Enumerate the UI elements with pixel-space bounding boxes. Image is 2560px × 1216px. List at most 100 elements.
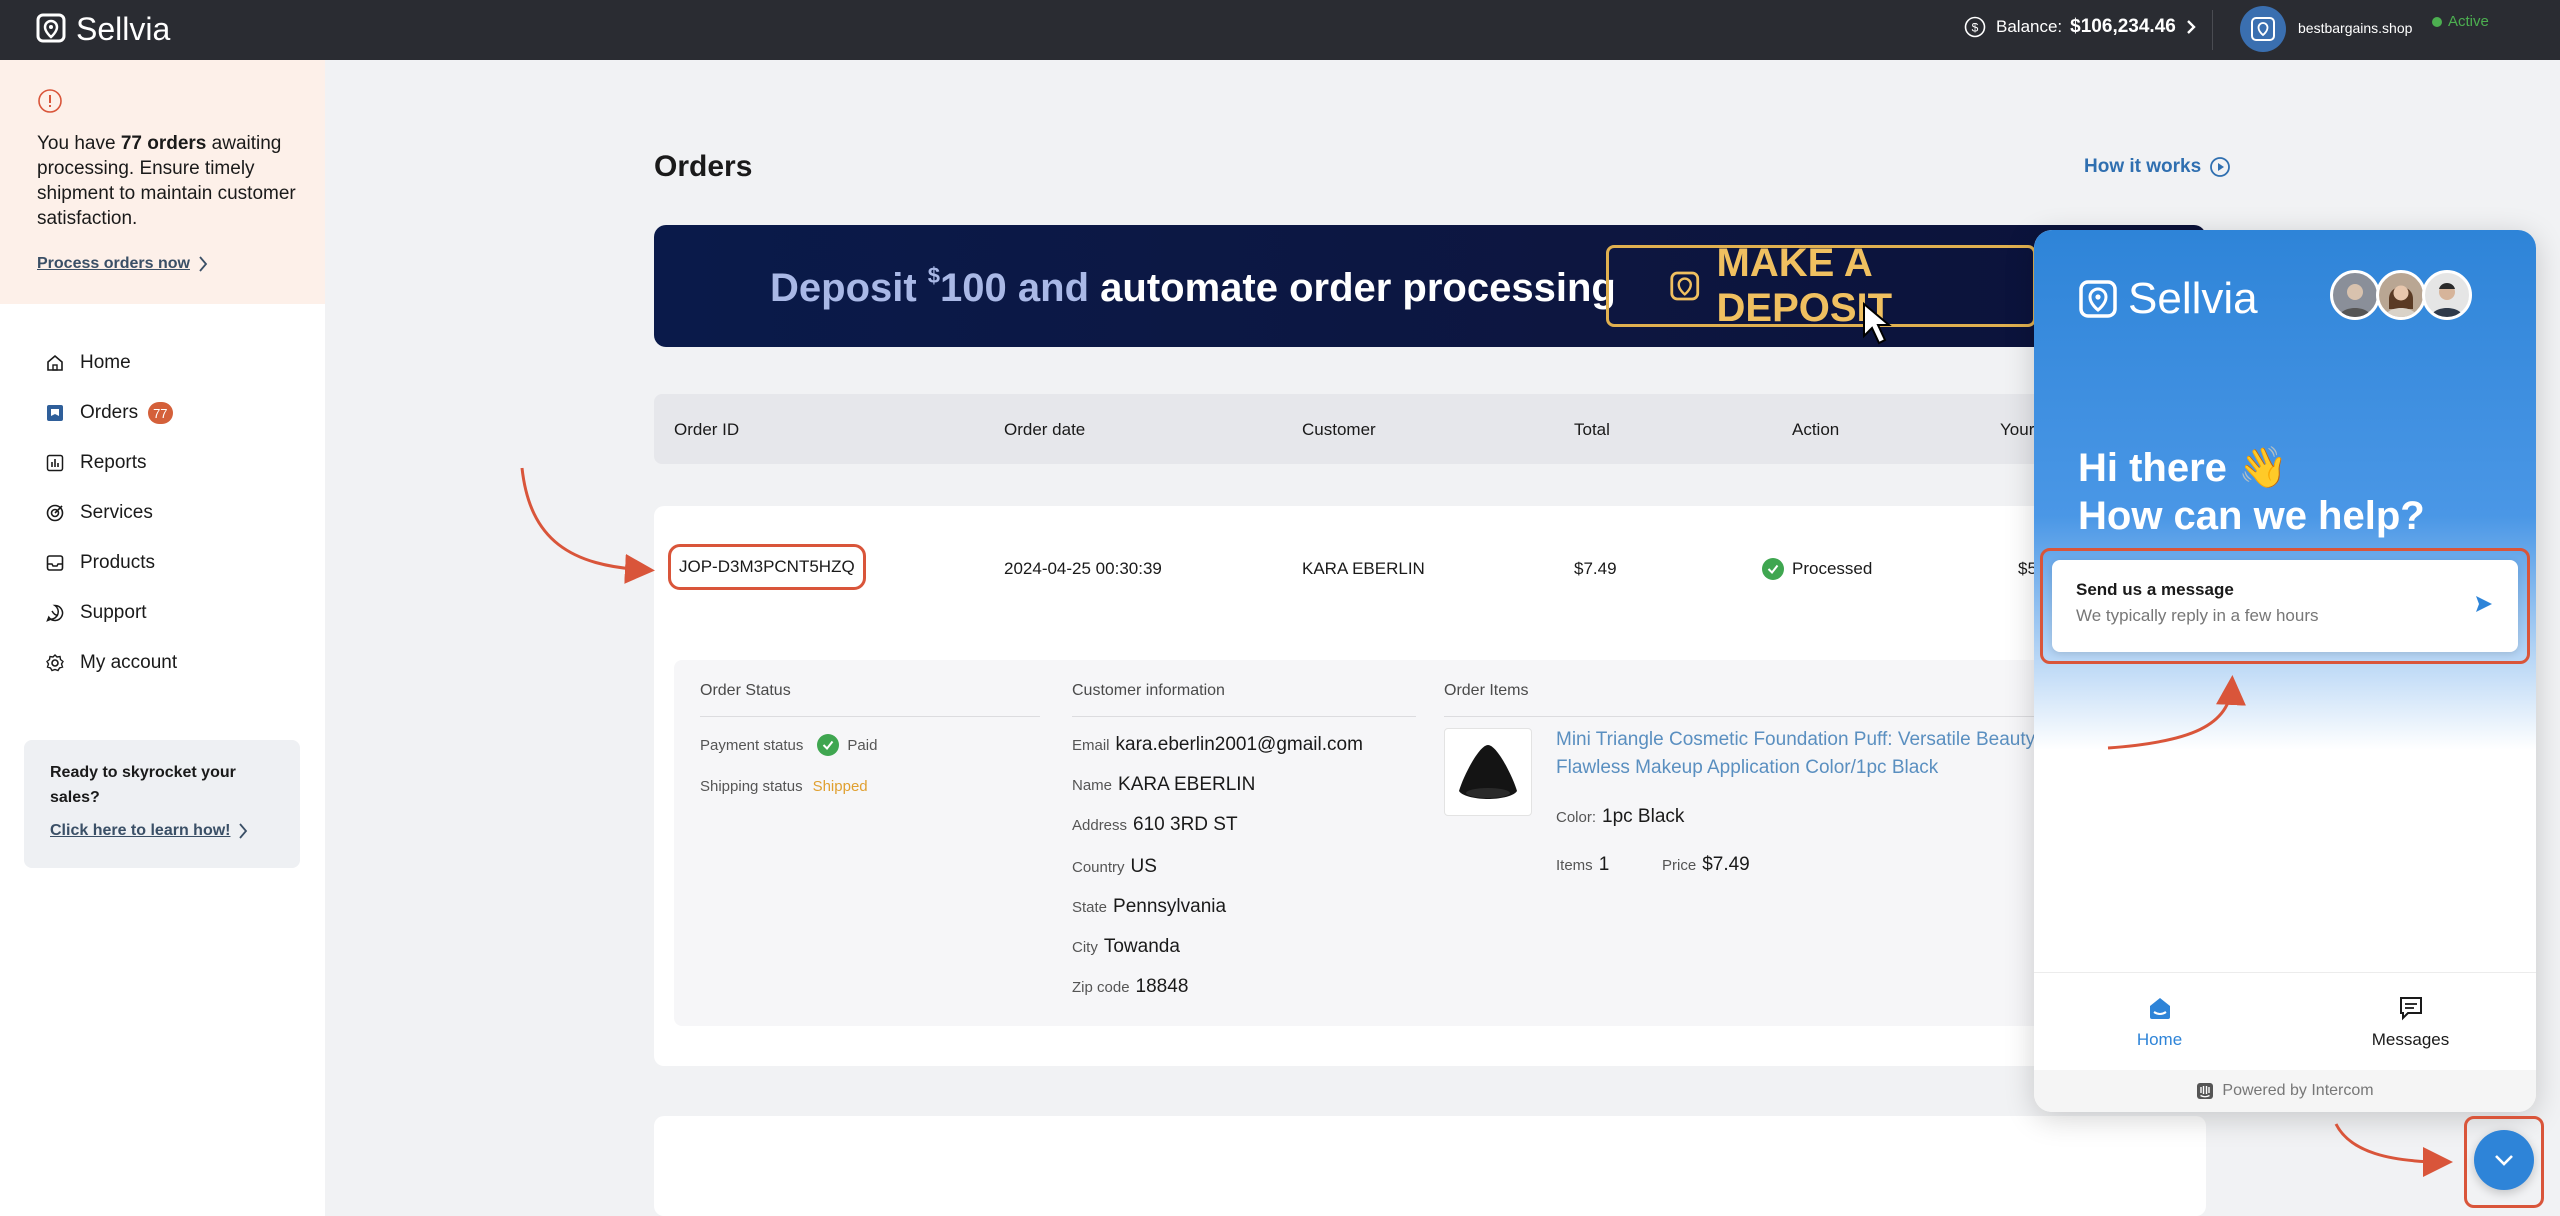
- shipping-status: Shipping status Shipped: [700, 778, 868, 795]
- sidebar-item-support[interactable]: Support: [0, 588, 325, 638]
- column-header-your[interactable]: Your: [2000, 420, 2034, 440]
- svg-text:$: $: [1972, 21, 1979, 35]
- customer-info-heading: Customer information: [1072, 682, 1225, 699]
- chevron-right-icon: [199, 256, 208, 272]
- services-icon: [44, 502, 66, 524]
- divider: [1072, 716, 1416, 717]
- reply-time-text: We typically reply in a few hours: [2076, 606, 2319, 625]
- product-thumbnail[interactable]: [1444, 728, 1532, 816]
- sidebar-item-products[interactable]: Products: [0, 538, 325, 588]
- sidebar-item-services[interactable]: Services: [0, 488, 325, 538]
- make-deposit-button[interactable]: MAKE A DEPOSIT: [1606, 241, 2036, 330]
- brand-logo[interactable]: Sellvia: [36, 11, 170, 48]
- shipping-status-value: Shipped: [812, 778, 868, 795]
- intercom-messenger: Sellvia Hi there 👋 How can we help? Send…: [2034, 230, 2536, 1112]
- product-title-link[interactable]: Mini Triangle Cosmetic Foundation Puff: …: [1556, 726, 2056, 782]
- chevron-down-icon: [2495, 1155, 2513, 1166]
- play-circle-icon: [2210, 157, 2231, 177]
- messenger-header: Sellvia Hi there 👋 How can we help?: [2034, 230, 2536, 750]
- messenger-launcher-button[interactable]: [2474, 1130, 2534, 1190]
- sidebar-item-home[interactable]: Home: [0, 338, 325, 388]
- sidebar-item-label: My account: [80, 652, 178, 673]
- orders-icon: [44, 402, 66, 424]
- banner-headline: Deposit $100 and automate order processi…: [770, 263, 1616, 310]
- balance-amount: $106,234.46: [2070, 16, 2176, 37]
- home-icon: [2149, 997, 2170, 1019]
- store-logo-icon: [2251, 17, 2275, 41]
- balance-widget[interactable]: $ Balance: $106,234.46: [1964, 16, 2196, 38]
- account-icon: [44, 652, 66, 674]
- customer-state: State Pennsylvania: [1072, 896, 1227, 917]
- sellvia-logo-icon: [2079, 280, 2117, 318]
- order-row[interactable]: [654, 1116, 2206, 1216]
- messages-icon: [2399, 996, 2422, 1020]
- sidebar: You have 77 orders awaiting processing. …: [0, 60, 325, 1216]
- payment-status-value: Paid: [847, 736, 878, 754]
- column-header-action[interactable]: Action: [1792, 420, 1839, 440]
- check-circle-icon: [1762, 558, 1784, 580]
- column-header-customer[interactable]: Customer: [1302, 420, 1376, 440]
- product-quantity: Items 1: [1556, 854, 1610, 875]
- column-header-order-date[interactable]: Order date: [1004, 420, 1085, 440]
- product-price: Price $7.49: [1662, 854, 1750, 875]
- sidebar-item-my-account[interactable]: My account: [0, 638, 325, 688]
- sidebar-item-reports[interactable]: Reports: [0, 438, 325, 488]
- sidebar-item-label: Support: [80, 602, 147, 623]
- customer-city: City Towanda: [1072, 936, 1180, 957]
- status-text: Active: [2448, 13, 2489, 30]
- order-total: $7.49: [1574, 559, 1617, 578]
- sidebar-item-orders[interactable]: Orders 77: [0, 388, 325, 438]
- chevron-right-icon: [2186, 20, 2196, 34]
- status-dot: [2432, 16, 2442, 27]
- customer-address: Address 610 3RD ST: [1072, 814, 1238, 835]
- sellvia-logo-icon: [1670, 271, 1700, 301]
- process-orders-link[interactable]: Process orders now: [37, 255, 288, 273]
- annotation-arrow: [2334, 1123, 2453, 1177]
- brand-name: Sellvia: [76, 11, 171, 47]
- learn-how-link[interactable]: Click here to learn how!: [50, 822, 274, 840]
- dollar-circle-icon: $: [1964, 16, 1986, 38]
- product-color: Color: 1pc Black: [1556, 806, 1685, 827]
- order-action-status: Processed: [1762, 558, 1872, 580]
- alert-message: You have 77 orders awaiting processing. …: [37, 133, 296, 229]
- customer-country: Country US: [1072, 856, 1157, 877]
- messenger-greeting: Hi there 👋 How can we help?: [2078, 446, 2425, 538]
- sellvia-logo-icon: [36, 13, 66, 42]
- orders-table-header: Order ID Order date Customer Total Actio…: [654, 394, 2206, 464]
- sidebar-item-label: Home: [80, 352, 131, 373]
- tab-messages[interactable]: Messages: [2285, 973, 2536, 1070]
- column-header-total[interactable]: Total: [1574, 420, 1610, 440]
- team-avatars: [2330, 270, 2472, 320]
- column-header-order-id[interactable]: Order ID: [674, 420, 739, 440]
- balance-label: Balance:: [1996, 17, 2063, 36]
- powered-by-footer[interactable]: Powered by Intercom: [2034, 1070, 2536, 1112]
- check-circle-icon: [817, 734, 840, 756]
- avatar: [2376, 270, 2426, 320]
- send-message-card[interactable]: Send us a message We typically reply in …: [2052, 560, 2518, 652]
- how-it-works-link[interactable]: How it works: [2084, 156, 2231, 178]
- promo-card: Ready to skyrocket your sales? Click her…: [24, 740, 300, 868]
- store-avatar[interactable]: [2240, 6, 2286, 52]
- sidebar-item-label: Services: [80, 502, 153, 523]
- customer-email: Email kara.eberlin2001@gmail.com: [1072, 734, 1363, 755]
- product-image: [1459, 745, 1517, 799]
- order-row[interactable]: JOP-D3M3PCNT5HZQ 2024-04-25 00:30:39 KAR…: [654, 506, 2206, 1066]
- support-icon: [44, 602, 66, 624]
- intercom-icon: [2197, 1083, 2214, 1099]
- store-name[interactable]: bestbargains.shop: [2298, 20, 2412, 36]
- order-customer: KARA EBERLIN: [1302, 559, 1425, 578]
- avatar: [2330, 270, 2380, 320]
- sidebar-item-label: Orders: [80, 402, 139, 423]
- order-details: Order Status Payment status Paid Shippin…: [674, 660, 2186, 1026]
- send-icon: [2476, 596, 2492, 612]
- page-title: Orders: [654, 150, 753, 183]
- deposit-banner[interactable]: Deposit $100 and automate order processi…: [654, 225, 2206, 347]
- messenger-tabs: Home Messages: [2034, 972, 2536, 1070]
- order-id[interactable]: JOP-D3M3PCNT5HZQ: [668, 544, 866, 590]
- avatar: [2422, 270, 2472, 320]
- sidebar-item-label: Products: [80, 552, 155, 573]
- alert-order-count: 77 orders: [120, 133, 207, 154]
- reports-icon: [44, 452, 66, 474]
- customer-zip: Zip code 18848: [1072, 976, 1189, 997]
- tab-home[interactable]: Home: [2034, 973, 2285, 1070]
